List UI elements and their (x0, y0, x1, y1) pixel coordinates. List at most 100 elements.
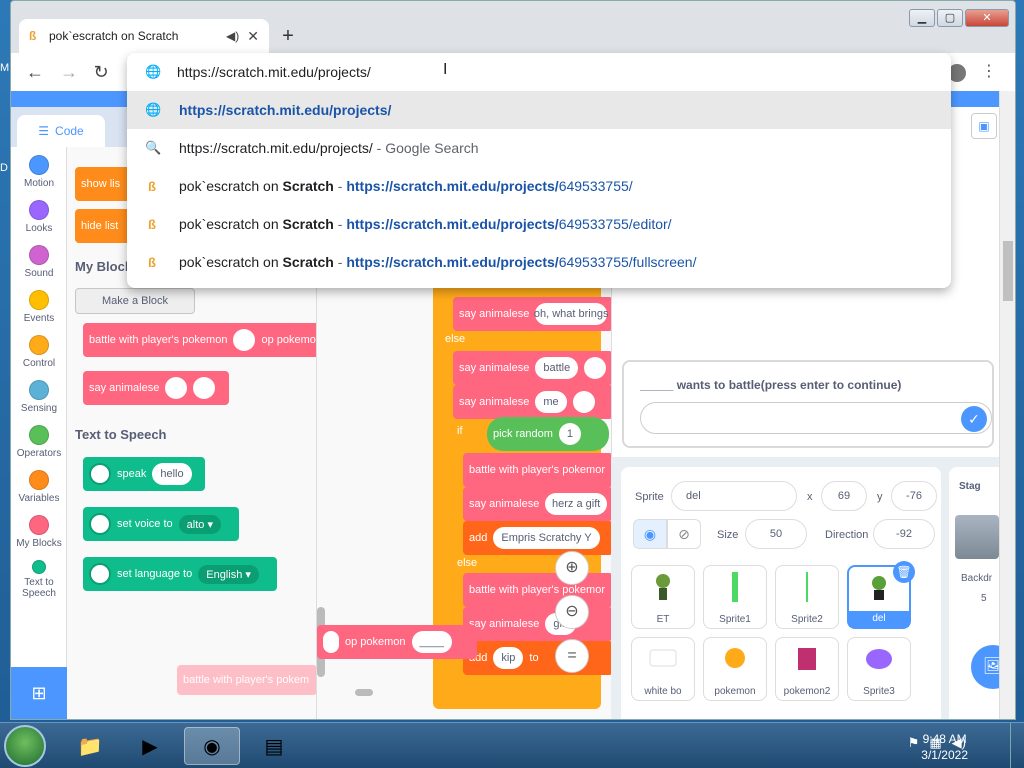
new-tab-button[interactable]: + (276, 25, 300, 49)
sprite-tile-et[interactable]: ET (631, 565, 695, 629)
x-label: x (807, 491, 813, 503)
voice-dropdown[interactable]: alto ▾ (178, 514, 221, 534)
sticky-notes-taskbar-icon[interactable]: ▤ (246, 727, 302, 765)
omnibox-suggestion[interactable]: 🔍 https://scratch.mit.edu/projects/ - Go… (127, 129, 951, 167)
dragged-op-block[interactable]: op pokemon ____ (317, 625, 477, 659)
size-input[interactable]: 50 (745, 519, 807, 549)
zoom-in-button[interactable]: ⊕ (555, 551, 589, 585)
block-input[interactable] (323, 631, 339, 653)
speak-block[interactable]: speak hello (83, 457, 205, 491)
file-explorer-taskbar-icon[interactable]: 📁 (62, 727, 118, 765)
reload-button[interactable]: ↻ (89, 61, 113, 85)
show-list-block[interactable]: show lis (75, 167, 135, 201)
start-button[interactable] (4, 725, 46, 767)
category-sensing[interactable]: Sensing (11, 380, 67, 414)
block-input[interactable]: oh, what brings (534, 303, 608, 325)
sprite-tile-sprite3[interactable]: Sprite3 (847, 637, 911, 701)
sprite-tile-white-bo[interactable]: white bo (631, 637, 695, 701)
block-input[interactable]: kip (493, 647, 524, 669)
pick-random-block[interactable]: pick random 1 (487, 417, 609, 451)
block-input[interactable]: hello (152, 463, 192, 485)
omnibox-suggestion[interactable]: ß pok`escratch on Scratch - https://scra… (127, 167, 951, 205)
category-label: Motion (23, 178, 54, 189)
battle-pokemon-block[interactable]: battle with player's pokemon op pokemon (83, 323, 316, 357)
stage-size-button[interactable]: ▣ (971, 113, 997, 139)
add-extension-button[interactable]: ⊞ (11, 667, 67, 719)
block-input[interactable]: herz a gift (545, 493, 607, 515)
x-input[interactable]: 69 (821, 481, 867, 511)
media-player-taskbar-icon[interactable]: ▶ (122, 727, 178, 765)
browser-tab[interactable]: ß pok`escratch on Scratch ◀) ✕ (19, 19, 269, 53)
maximize-button[interactable]: ▢ (937, 9, 963, 27)
sprite-tile-pokemon[interactable]: pokemon (703, 637, 767, 701)
zoom-reset-button[interactable]: = (555, 639, 589, 673)
category-events[interactable]: Events (11, 290, 67, 324)
sprite-tile-del[interactable]: del 🗑 (847, 561, 915, 629)
minimize-button[interactable]: ▁ (909, 9, 935, 27)
add-to-list-block[interactable]: add Empris Scratchy Y (463, 521, 611, 555)
zoom-out-button[interactable]: ⊖ (555, 595, 589, 629)
ask-answer-input[interactable]: ✓ (640, 402, 992, 434)
category-looks[interactable]: Looks (11, 200, 67, 234)
category-operators[interactable]: Operators (11, 425, 67, 459)
block-input[interactable]: battle (535, 357, 579, 379)
block-input[interactable] (193, 377, 216, 399)
script-scrollbar[interactable] (355, 689, 373, 696)
omnibox-suggestion[interactable]: ß pok`escratch on Scratch - https://scra… (127, 205, 951, 243)
category-text-to-speech[interactable]: Text to Speech (11, 560, 67, 599)
omnibox-suggestion[interactable]: 🌐 https://scratch.mit.edu/projects/ (127, 91, 951, 129)
block-input[interactable]: 1 (558, 423, 582, 445)
show-eye-icon[interactable]: ◉ (633, 519, 667, 549)
chrome-taskbar-icon[interactable]: ◉ (184, 727, 240, 765)
block-input[interactable]: me (535, 391, 567, 413)
back-button[interactable]: ← (23, 61, 47, 85)
menu-button[interactable]: ⋮ (977, 61, 1001, 85)
category-sound[interactable]: Sound (11, 245, 67, 279)
block-input[interactable]: ____ (411, 631, 453, 653)
block-input[interactable] (233, 329, 256, 351)
category-control[interactable]: Control (11, 335, 67, 369)
address-bar[interactable]: 🌐 https://scratch.mit.edu/projects/ (127, 53, 951, 91)
sprite-tile-pokemon2[interactable]: pokemon2 (775, 637, 839, 701)
block-input[interactable] (584, 357, 607, 379)
hide-list-block[interactable]: hide list (75, 209, 135, 243)
set-language-block[interactable]: set language to English ▾ (83, 557, 277, 591)
say-animalese-script-block[interactable]: say animalese herz a gift (463, 487, 611, 521)
language-dropdown[interactable]: English ▾ (198, 564, 259, 584)
battle-script-block[interactable]: battle with player's pokemor (463, 453, 611, 487)
battle-script-block[interactable]: battle with player's pokemor (463, 573, 611, 607)
y-input[interactable]: -76 (891, 481, 937, 511)
close-tab-icon[interactable]: ✕ (247, 28, 259, 45)
say-animalese-script-block[interactable]: say animalese oh, what brings (453, 297, 611, 331)
action-center-icon[interactable]: ⚑ (908, 735, 920, 751)
close-window-button[interactable]: ✕ (965, 9, 1009, 27)
block-input[interactable] (165, 377, 188, 399)
page-scrollbar[interactable] (999, 91, 1015, 719)
check-icon[interactable]: ✓ (961, 406, 987, 432)
say-animalese-block[interactable]: say animalese (83, 371, 229, 405)
sprite-tile-sprite1[interactable]: Sprite1 (703, 565, 767, 629)
direction-input[interactable]: -92 (873, 519, 935, 549)
set-voice-block[interactable]: set voice to alto ▾ (83, 507, 239, 541)
tab-code[interactable]: ☰ Code (17, 115, 105, 147)
address-input[interactable]: https://scratch.mit.edu/projects/ (177, 64, 371, 80)
hide-eye-icon[interactable]: ⊘ (667, 519, 701, 549)
clock[interactable]: 9:48 AM 3/1/2022 (921, 731, 968, 763)
speaker-icon[interactable]: ◀) (226, 29, 239, 43)
block-input[interactable] (572, 391, 595, 413)
make-a-block-button[interactable]: Make a Block (75, 288, 195, 314)
category-variables[interactable]: Variables (11, 470, 67, 504)
say-animalese-script-block[interactable]: say animalese battle (453, 351, 611, 385)
category-my-blocks[interactable]: My Blocks (11, 515, 67, 549)
say-animalese-script-block[interactable]: say animalese me (453, 385, 611, 419)
stage-label: Stag (959, 481, 981, 492)
show-desktop-button[interactable] (1010, 723, 1024, 768)
delete-sprite-icon[interactable]: 🗑 (893, 561, 915, 583)
sprite-tile-sprite2[interactable]: Sprite2 (775, 565, 839, 629)
page-scrollbar-thumb[interactable] (1003, 241, 1013, 301)
block-input[interactable]: Empris Scratchy Y (493, 527, 600, 549)
sprite-name-input[interactable]: del (671, 481, 797, 511)
omnibox-suggestion[interactable]: ß pok`escratch on Scratch - https://scra… (127, 243, 951, 281)
category-motion[interactable]: Motion (11, 155, 67, 189)
forward-button[interactable]: → (57, 61, 81, 85)
